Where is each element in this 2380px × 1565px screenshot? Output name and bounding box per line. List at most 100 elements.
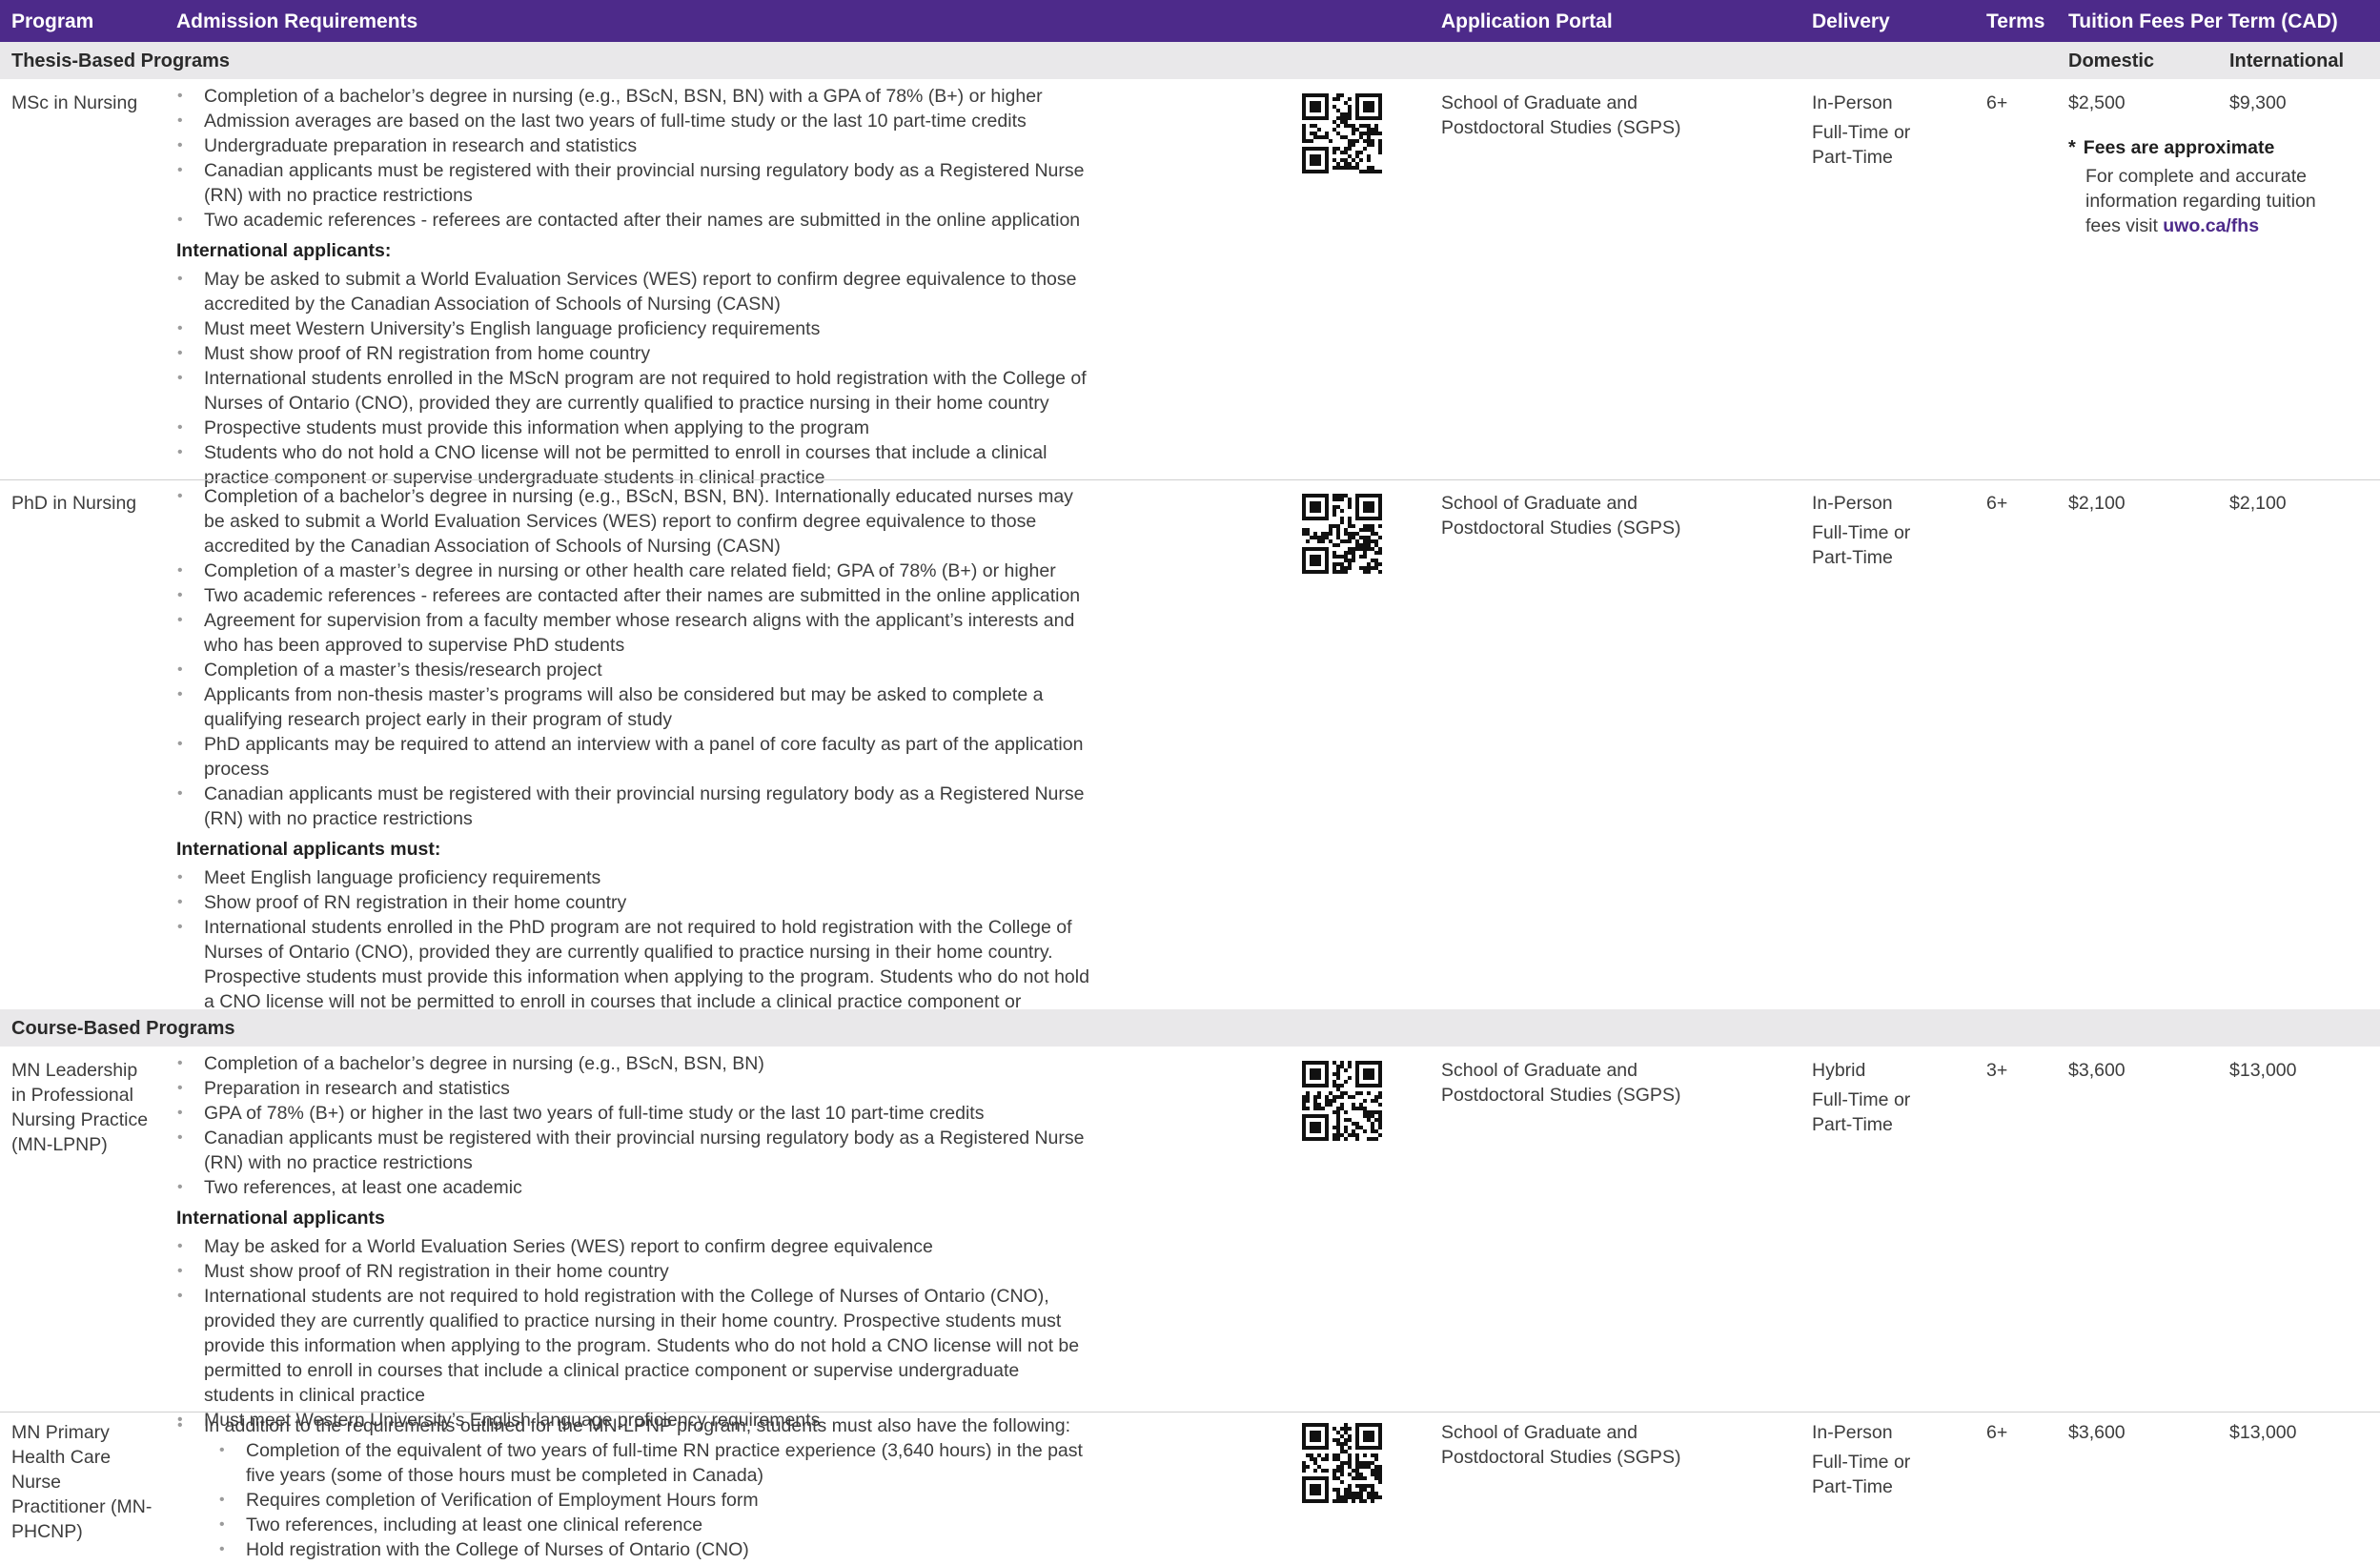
terms: 6+: [1986, 493, 2008, 514]
fee-domestic: $2,500: [2068, 92, 2126, 113]
list-item: May be asked to submit a World Evaluatio…: [176, 267, 1091, 316]
international-list: May be asked to submit a World Evaluatio…: [176, 267, 1091, 490]
section-thesis-title: Thesis-Based Programs: [11, 51, 230, 71]
delivery: In-Person Full-Time or Part-Time: [1812, 91, 1945, 170]
row-divider: [0, 1412, 2380, 1413]
list-item: Undergraduate preparation in research an…: [176, 133, 1091, 158]
header-tuition: Tuition Fees Per Term (CAD): [2068, 10, 2338, 32]
list-item: Completion of a master’s thesis/research…: [176, 658, 1091, 682]
list-item: Two academic references - referees are c…: [176, 208, 1091, 233]
fees-note: * Fees are approximate For complete and a…: [2068, 135, 2316, 238]
qr-code-icon[interactable]: [1302, 494, 1382, 574]
header-program: Program: [11, 10, 94, 32]
list-item: Show proof of RN registration in their h…: [176, 890, 1091, 915]
list-item: Completion of the equivalent of two year…: [176, 1438, 1091, 1488]
delivery: In-Person Full-Time or Part-Time: [1812, 1420, 1945, 1499]
row-divider: [0, 479, 2380, 480]
international-heading: International applicants:: [176, 240, 392, 261]
list-item: Completion of a master’s degree in nursi…: [176, 559, 1091, 583]
table-header: Program Admission Requirements Applicati…: [0, 0, 2380, 42]
section-course-title: Course-Based Programs: [11, 1018, 235, 1039]
fee-international: $2,100: [2229, 493, 2287, 514]
list-item: In addition to the requirements outlined…: [176, 1413, 1091, 1438]
header-admission: Admission Requirements: [176, 10, 418, 32]
program-table-page: Program Admission Requirements Applicati…: [0, 0, 2380, 1565]
delivery: Hybrid Full-Time or Part-Time: [1812, 1058, 1945, 1137]
list-item: Canadian applicants must be registered w…: [176, 1126, 1091, 1175]
list-item: Students who do not hold a CNO license w…: [176, 440, 1091, 490]
list-item: Hold registration with the College of Nu…: [176, 1537, 1091, 1562]
list-item: International students are not required …: [176, 1284, 1091, 1408]
fees-note-text: For complete and accurate information re…: [2085, 166, 2316, 236]
international-heading: International applicants: [176, 1208, 385, 1229]
fee-international: $13,000: [2229, 1422, 2297, 1443]
list-item: Two academic references - referees are c…: [176, 583, 1091, 608]
program-name: MN Primary Health Care Nurse Practitione…: [11, 1422, 153, 1542]
list-item: Canadian applicants must be registered w…: [176, 158, 1091, 208]
list-item: International students enrolled in the M…: [176, 366, 1091, 416]
fee-domestic: $3,600: [2068, 1422, 2126, 1443]
list-item: Must show proof of RN registration from …: [176, 341, 1091, 366]
list-item: Requires completion of Verification of E…: [176, 1488, 1091, 1513]
delivery-mode: Hybrid: [1812, 1060, 1866, 1081]
admission-requirements: Completion of a bachelor’s degree in nur…: [176, 1051, 1091, 1433]
delivery-time: Full-Time or Part-Time: [1812, 1089, 1911, 1135]
fee-domestic: $2,100: [2068, 493, 2126, 514]
list-item: Must show proof of RN registration in th…: [176, 1259, 1091, 1284]
fee-domestic: $3,600: [2068, 1060, 2126, 1081]
list-item: Two references, at least one academic: [176, 1175, 1091, 1200]
requirements-list: Completion of a bachelor’s degree in nur…: [176, 484, 1091, 831]
list-item: Canadian applicants must be registered w…: [176, 782, 1091, 831]
list-item: Two references, including at least one c…: [176, 1513, 1091, 1537]
requirements-list: Completion of a bachelor’s degree in nur…: [176, 84, 1091, 233]
application-portal: School of Graduate and Postdoctoral Stud…: [1441, 92, 1681, 138]
admission-requirements: In addition to the requirements outlined…: [176, 1413, 1091, 1562]
list-item: May be asked for a World Evaluation Seri…: [176, 1234, 1091, 1259]
header-delivery: Delivery: [1812, 10, 1890, 32]
requirements-list: In addition to the requirements outlined…: [176, 1413, 1091, 1562]
section-thesis-band: Thesis-Based Programs Domestic Internati…: [0, 42, 2380, 79]
qr-code-icon[interactable]: [1302, 93, 1382, 173]
fees-link[interactable]: uwo.ca/fhs: [2163, 215, 2259, 236]
delivery-mode: In-Person: [1812, 92, 1893, 113]
header-portal: Application Portal: [1441, 10, 1613, 32]
program-name: PhD in Nursing: [11, 493, 137, 514]
list-item: Completion of a bachelor’s degree in nur…: [176, 1051, 1091, 1076]
header-terms: Terms: [1986, 10, 2045, 32]
qr-code-icon[interactable]: [1302, 1061, 1382, 1141]
application-portal: School of Graduate and Postdoctoral Stud…: [1441, 1422, 1681, 1468]
list-item: Agreement for supervision from a faculty…: [176, 608, 1091, 658]
qr-code-icon[interactable]: [1302, 1423, 1382, 1503]
delivery-time: Full-Time or Part-Time: [1812, 522, 1911, 568]
requirements-list: Completion of a bachelor’s degree in nur…: [176, 1051, 1091, 1200]
fees-note-title: * Fees are approximate: [2068, 137, 2275, 158]
list-item: Preparation in research and statistics: [176, 1076, 1091, 1101]
program-name: MSc in Nursing: [11, 92, 138, 113]
terms: 3+: [1986, 1060, 2008, 1081]
international-list: May be asked for a World Evaluation Seri…: [176, 1234, 1091, 1433]
admission-requirements: Completion of a bachelor’s degree in nur…: [176, 484, 1091, 1039]
list-item: GPA of 78% (B+) or higher in the last tw…: [176, 1101, 1091, 1126]
application-portal: School of Graduate and Postdoctoral Stud…: [1441, 1060, 1681, 1106]
section-course-band: Course-Based Programs: [0, 1009, 2380, 1047]
list-item: Completion of a bachelor’s degree in nur…: [176, 84, 1091, 109]
delivery-mode: In-Person: [1812, 1422, 1893, 1443]
application-portal: School of Graduate and Postdoctoral Stud…: [1441, 493, 1681, 539]
admission-requirements: Completion of a bachelor’s degree in nur…: [176, 84, 1091, 490]
program-name: MN Leadership in Professional Nursing Pr…: [11, 1060, 149, 1155]
delivery-mode: In-Person: [1812, 493, 1893, 514]
international-heading: International applicants must:: [176, 839, 441, 860]
terms: 6+: [1986, 1422, 2008, 1443]
list-item: PhD applicants may be required to attend…: [176, 732, 1091, 782]
list-item: Applicants from non-thesis master’s prog…: [176, 682, 1091, 732]
col-international-label: International: [2229, 51, 2345, 71]
fee-international: $9,300: [2229, 92, 2287, 113]
delivery-time: Full-Time or Part-Time: [1812, 122, 1911, 168]
fee-international: $13,000: [2229, 1060, 2297, 1081]
list-item: Prospective students must provide this i…: [176, 416, 1091, 440]
col-domestic-label: Domestic: [2068, 51, 2155, 71]
list-item: Must meet Western University’s English l…: [176, 316, 1091, 341]
list-item: Admission averages are based on the last…: [176, 109, 1091, 133]
terms: 6+: [1986, 92, 2008, 113]
delivery-time: Full-Time or Part-Time: [1812, 1452, 1911, 1497]
